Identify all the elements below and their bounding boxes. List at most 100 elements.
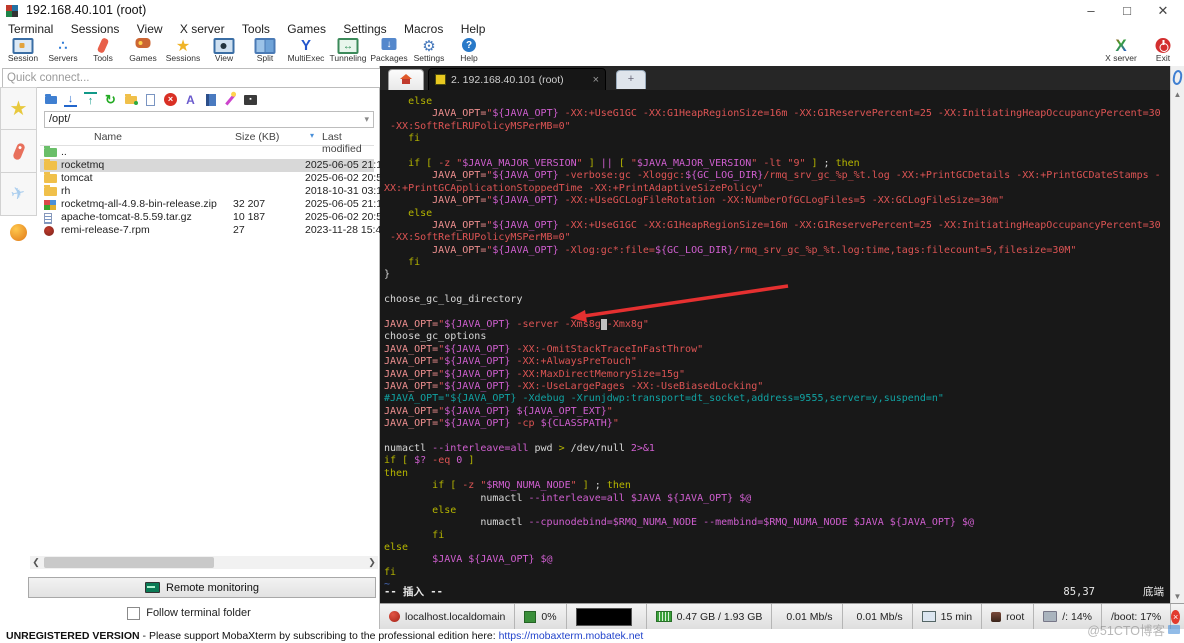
scroll-thumb[interactable] [44, 557, 214, 568]
book-icon[interactable] [204, 93, 217, 106]
file-row[interactable]: rocketmq 2025-06-05 21:16 [40, 159, 388, 172]
folder-icon [44, 185, 57, 196]
tools-knife-icon [96, 37, 110, 54]
toolbar-multiexec[interactable]: MultiExec [285, 37, 327, 66]
star-icon: ★ [9, 98, 28, 120]
toolbar-tunneling[interactable]: Tunneling [327, 37, 369, 66]
mobatek-link[interactable]: https://mobaxterm.mobatek.net [499, 630, 644, 642]
file-row[interactable]: rh 2018-10-31 03:17 [40, 185, 388, 198]
active-session-tab[interactable]: 2. 192.168.40.101 (root) × [428, 68, 606, 90]
path-input[interactable]: /opt/▾ [44, 111, 374, 128]
folder-up-icon[interactable] [44, 93, 57, 106]
toolbar-packages[interactable]: Packages [368, 37, 410, 66]
file-row[interactable]: remi-release-7.rpm 27 2023-11-28 15:40 [40, 224, 387, 237]
file-row[interactable]: rocketmq-all-4.9.8-bin-release.zip 32 207… [40, 198, 388, 211]
toolbar-help[interactable]: Help [448, 37, 490, 66]
new-folder-icon[interactable] [124, 93, 138, 106]
status-upload: 0.01 Mb/s [772, 604, 843, 629]
file-row[interactable]: .. [40, 146, 374, 159]
graph-icon [575, 607, 632, 626]
menu-sessions[interactable]: Sessions [71, 22, 120, 36]
sidebar-tab-macros[interactable]: ✈ [0, 173, 37, 216]
toolbar-tools[interactable]: Tools [82, 37, 124, 66]
tab-close-icon[interactable]: × [593, 74, 599, 86]
status-ram: 0.47 GB / 1.93 GB [647, 604, 773, 629]
home-tab[interactable] [388, 69, 424, 90]
sftp-toolbar: ↓ ↑ ↻ × A ▪ [44, 92, 257, 107]
terminal-line: numactl --interleave=all pwd > /dev/null… [384, 442, 655, 454]
ram-icon [655, 611, 672, 622]
file-row[interactable]: apache-tomcat-8.5.59.tar.gz 10 187 2025-06… [40, 211, 388, 224]
new-file-icon[interactable] [144, 93, 157, 106]
maximize-button[interactable]: □ [1110, 0, 1144, 22]
menu-macros[interactable]: Macros [404, 22, 443, 36]
toolbar-settings[interactable]: Settings [408, 37, 450, 66]
toolbar-servers[interactable]: Servers [42, 37, 84, 66]
terminal-icon[interactable]: ▪ [244, 93, 257, 106]
refresh-icon[interactable]: ↻ [104, 92, 117, 107]
file-row[interactable]: tomcat 2025-06-02 20:54 [40, 172, 388, 185]
close-button[interactable]: ✕ [1146, 0, 1180, 22]
terminal-line: fi [384, 566, 397, 578]
terminal-line: $JAVA ${JAVA_OPT} $@ [432, 554, 553, 566]
toolbar-view[interactable]: View [203, 37, 245, 66]
remote-monitoring-button[interactable]: Remote monitoring [28, 577, 376, 598]
toolbar-games[interactable]: Games [122, 37, 164, 66]
packages-icon [381, 38, 397, 50]
rename-icon[interactable]: A [184, 93, 197, 107]
horizontal-scrollbar[interactable]: ❮ ❯ [30, 556, 378, 569]
quick-connect-input[interactable] [2, 68, 384, 88]
scroll-up-icon[interactable]: ▲ [1171, 90, 1184, 99]
minimize-button[interactable]: – [1074, 0, 1108, 22]
scroll-left-icon[interactable]: ❮ [30, 556, 42, 569]
watermark: @51CTO博客 [1087, 620, 1180, 639]
download-icon[interactable]: ↓ [64, 92, 77, 107]
sftp-ball-icon[interactable] [10, 224, 27, 241]
folder-icon [44, 172, 57, 183]
menu-help[interactable]: Help [461, 22, 486, 36]
menu-tools[interactable]: Tools [242, 22, 270, 36]
menu-settings[interactable]: Settings [343, 22, 386, 36]
follow-terminal-checkbox[interactable] [127, 606, 141, 620]
zip-icon [44, 200, 50, 205]
terminal-line: JAVA_OPT="${JAVA_OPT} -Xlog:gc*:file=${G… [384, 244, 1077, 256]
app-logo-icon [6, 5, 12, 11]
session-icon [12, 38, 34, 54]
sort-icon[interactable]: ▾ [310, 131, 314, 140]
scroll-right-icon[interactable]: ❯ [366, 556, 378, 569]
new-tab-button[interactable]: + [616, 70, 646, 89]
toolbar-split[interactable]: Split [244, 37, 286, 66]
toolbar-xserver[interactable]: X server [1100, 37, 1142, 66]
toolbar-sessions[interactable]: Sessions [162, 37, 204, 66]
user-icon [991, 611, 1002, 622]
scroll-down-icon[interactable]: ▼ [1171, 592, 1184, 601]
delete-icon[interactable]: × [164, 93, 177, 106]
toolbar-session[interactable]: Session [2, 37, 44, 66]
terminal-line: then [384, 467, 409, 479]
menu-view[interactable]: View [137, 22, 163, 36]
status-server: localhost.localdomain [380, 604, 516, 629]
menu-terminal[interactable]: Terminal [8, 22, 53, 36]
menu-games[interactable]: Games [287, 22, 326, 36]
terminal-line: numactl --cpunodebind=$RMQ_NUMA_NODE --m… [384, 517, 975, 529]
menu-xserver[interactable]: X server [180, 22, 225, 36]
paperclip-icon[interactable] [1171, 69, 1184, 86]
sidebar-tab-tools[interactable] [0, 130, 37, 173]
column-size[interactable]: Size (KB) [235, 131, 279, 143]
terminal-line: -XX:SoftRefLRUPolicyMSPerMB=0" [384, 232, 571, 244]
terminal-area[interactable]: else JAVA_OPT="${JAVA_OPT} -XX:+UseG1GC … [380, 90, 1170, 603]
chevron-down-icon[interactable]: ▾ [364, 112, 369, 127]
wand-icon[interactable] [224, 93, 237, 106]
terminal-line: fi [384, 257, 421, 269]
terminal-line: if [ $? -eq 0 ] [384, 455, 475, 467]
terminal-screen[interactable]: else JAVA_OPT="${JAVA_OPT} -XX:+UseG1GC … [384, 96, 1170, 592]
terminal-scrollbar[interactable]: ▲ ▼ [1170, 66, 1184, 603]
watermark-monitor-icon [1168, 625, 1180, 634]
uptime-icon [921, 611, 936, 622]
upload-icon[interactable]: ↑ [84, 92, 97, 107]
toolbar-exit[interactable]: Exit [1142, 37, 1184, 66]
column-name[interactable]: Name [94, 131, 122, 143]
sidebar-tab-sessions[interactable]: ★ [0, 87, 37, 130]
